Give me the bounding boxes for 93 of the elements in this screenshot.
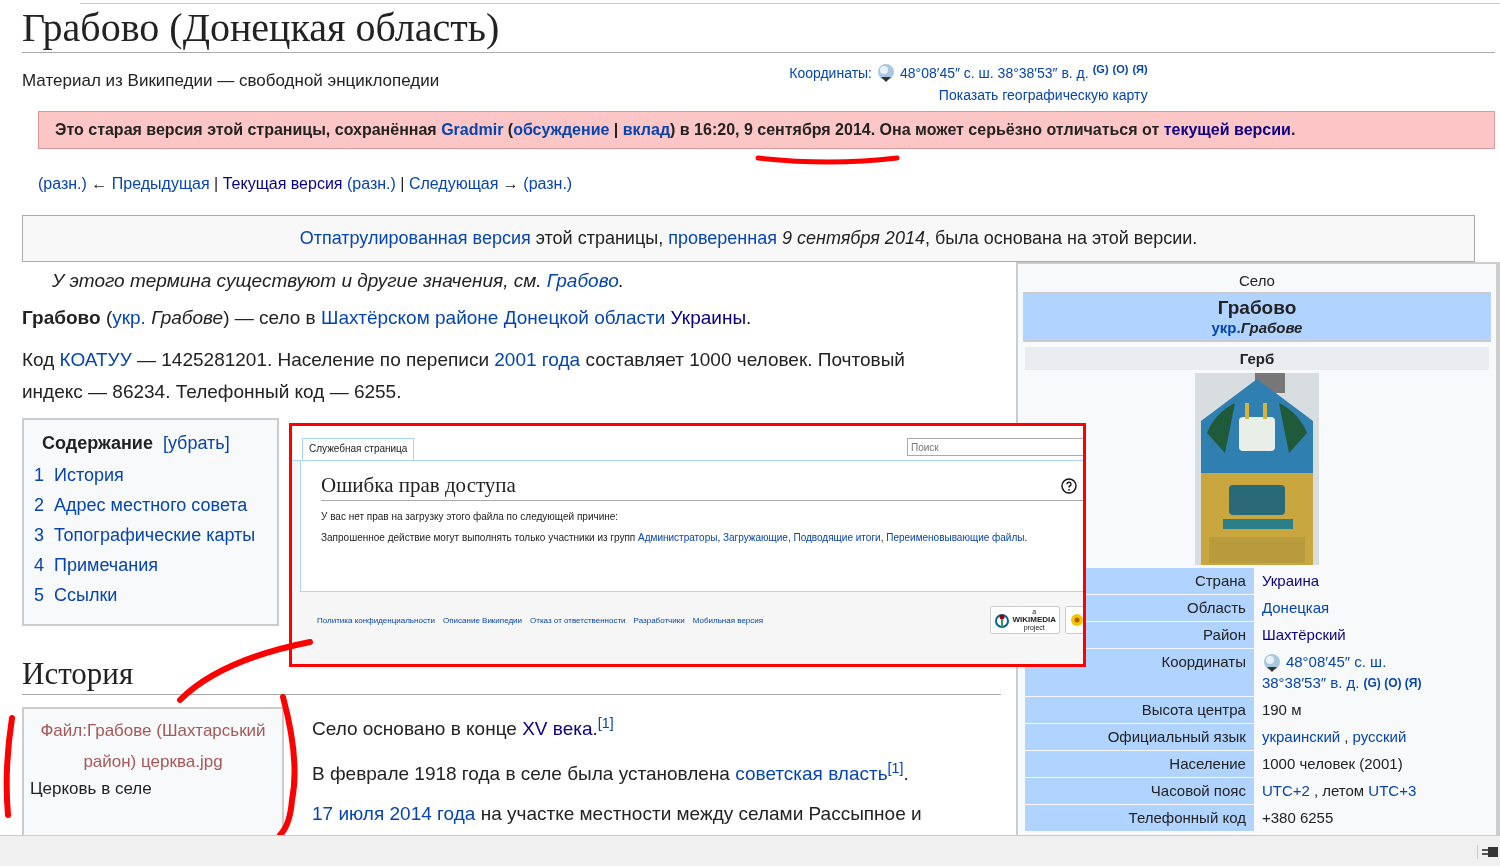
map-service-link[interactable]: (O) [1112, 63, 1129, 75]
paragraph: 17 июля 2014 года на участке местности между селами Рассыпное и [312, 801, 922, 826]
infobox-label: Часовой пояс [1024, 778, 1254, 805]
page-title: Грабово (Донецкая область) [22, 4, 1495, 53]
link[interactable]: Донецкой области [498, 307, 666, 328]
help-icon[interactable] [1061, 477, 1077, 494]
link[interactable]: Украины [665, 307, 747, 328]
link[interactable]: Донецкая [1261, 598, 1330, 618]
link[interactable]: Следующая [408, 175, 499, 192]
link[interactable]: проверенная [668, 228, 777, 248]
software-badge[interactable] [1065, 606, 1083, 634]
link[interactable]: Шахтёрском районе [321, 307, 499, 328]
paragraph: Грабово (укр. Грабове) — село в Шахтёрском районе Донецкой области Украины. [22, 306, 753, 330]
footer-link[interactable]: Политика конфиденциальности [317, 615, 436, 625]
link[interactable]: UTC+2 [1261, 781, 1310, 802]
language-link[interactable]: укр. [1211, 319, 1241, 336]
paragraph: Код КОАТУУ — 1425281201. Население по переписи 2001 года составляет 1000 человек. Почтовый индекс — 86234. Телефонный код — 6255. [22, 348, 906, 404]
link[interactable]: (разн.) [523, 175, 573, 192]
globe-icon [876, 63, 896, 83]
link[interactable]: 48°08′45″ с. ш. [1285, 652, 1387, 672]
link[interactable]: 38°38′53″ в. д. [1261, 673, 1360, 694]
image-caption: Церковь в селе [30, 779, 153, 799]
infobox-value: +380 6255 [1261, 809, 1334, 827]
link[interactable]: Предыдущая [111, 175, 210, 192]
link[interactable]: обсуждение [513, 121, 610, 138]
link[interactable]: Загружающие [722, 532, 788, 543]
link[interactable]: советская власть [735, 763, 888, 785]
link[interactable]: КОАТУУ [59, 349, 132, 370]
infobox-title: Грабово [1217, 297, 1297, 319]
flagged-revision-notice: Отпатрулированная версия этой страницы, проверенная 9 сентября 2014, была основана на этой версии. [22, 215, 1475, 262]
footer-link[interactable]: Разработчики [633, 615, 685, 625]
infobox-label: Население [1024, 751, 1254, 778]
toc-item[interactable]: 4 Примечания [34, 555, 256, 576]
search-field[interactable]: Поиск [907, 438, 1083, 456]
native-name: Грабове [1240, 319, 1303, 336]
infobox-label: Официальный язык [1024, 724, 1254, 751]
footer-link[interactable]: Мобильная версия [692, 615, 764, 625]
link[interactable]: Грабово [546, 270, 619, 291]
hatnote: У этого термина существуют и другие значения, см. Грабово. [52, 270, 626, 292]
paragraph: У вас нет прав на загрузку этого файла по следующей причине: [321, 511, 620, 522]
footnote-link[interactable]: (G) (O) (Я) [1363, 673, 1422, 694]
link[interactable]: (разн.) [38, 175, 87, 192]
footnote-link[interactable]: [1] [597, 715, 614, 731]
revision-navigation: (разн.) ← Предыдущая | Текущая версия (разн.) | Следующая → (разн.) [38, 175, 574, 193]
link[interactable]: Украина [1261, 571, 1320, 591]
infobox-value: 190 м [1261, 701, 1302, 719]
error-heading: Ошибка прав доступа [321, 473, 516, 498]
old-revision-notice: Это старая версия этой страницы, сохранённая Gradmir (обсуждение | вклад) в 16:20, 9 сентября 2014. Она может серьёзно отличаться от текущей версии. [38, 111, 1495, 149]
paragraph: Запрошенное действие могут выполнять только участники из групп Администраторы, Загружающие, Подводящие итоги, Переименовывающие файлы. [321, 532, 1029, 543]
link[interactable]: Подводящие итоги [793, 532, 881, 543]
emblem-caption: Герб [1024, 347, 1489, 370]
globe-icon [1261, 653, 1282, 674]
link[interactable]: UTC+3 [1368, 781, 1417, 802]
infobox-label: Телефонный код [1024, 805, 1254, 832]
link[interactable]: Отпатрулированная версия [299, 228, 531, 248]
toc-item[interactable]: 5 Ссылки [34, 585, 256, 606]
sunflower-icon [1069, 612, 1083, 628]
infobox-value: , летом [1313, 782, 1366, 800]
link[interactable]: 2001 года [494, 349, 581, 370]
file-link[interactable]: Файл:Грабове (Шахтарський район) церква.jpg [30, 715, 276, 777]
infobox-value: 1000 человек (2001) [1261, 755, 1403, 773]
coordinates-link[interactable]: 48°08′45″ с. ш. 38°38′53″ в. д. [900, 65, 1089, 81]
toc-item[interactable]: 1 История [34, 465, 256, 486]
link[interactable]: (разн.) [342, 175, 396, 192]
footer-link[interactable]: Отказ от ответственности [530, 615, 626, 625]
link[interactable]: Шахтёрский [1261, 625, 1346, 645]
link[interactable]: русский [1352, 727, 1407, 748]
infobox-label: Высота центра [1024, 697, 1254, 724]
wikimedia-logo-icon [994, 612, 1011, 628]
toc-toggle[interactable]: [убрать] [162, 433, 230, 454]
link[interactable]: 17 июля 2014 года [312, 802, 476, 824]
toc-title: Содержание [42, 433, 153, 454]
tagline: Материал из Википедии — свободной энциклопедии [22, 71, 440, 92]
infobox-value: , [1344, 728, 1350, 746]
footnote-link[interactable]: [1] [887, 760, 904, 777]
link[interactable]: Gradmir [441, 121, 504, 138]
link[interactable]: текущей версии [1163, 121, 1291, 138]
paragraph: Село основано в конце XV века.$^{[1]}$ [312, 714, 615, 742]
link[interactable]: вклад [622, 121, 671, 138]
coordinates-label: Координаты: [789, 65, 872, 81]
map-link[interactable]: Показать географическую карту [938, 87, 1148, 103]
footer-link[interactable]: Описание Википедии [443, 615, 523, 625]
page-tab[interactable]: Служебная страница [302, 438, 415, 460]
link[interactable]: XV века [522, 718, 593, 740]
toc-item[interactable]: 2 Адрес местного совета [34, 495, 256, 516]
infobox-type: Село [1238, 271, 1276, 291]
link[interactable]: украинский [1261, 727, 1341, 748]
toc-item[interactable]: 3 Топографические карты [34, 525, 256, 546]
map-service-link[interactable]: (Я) [1132, 63, 1148, 75]
link[interactable]: укр. [112, 307, 146, 328]
map-service-link[interactable]: (G) [1092, 63, 1109, 75]
link[interactable]: Текущая версия [222, 175, 343, 192]
paragraph: В феврале 1918 года в селе была установлена советская власть$^{[1]}$. [312, 759, 910, 787]
